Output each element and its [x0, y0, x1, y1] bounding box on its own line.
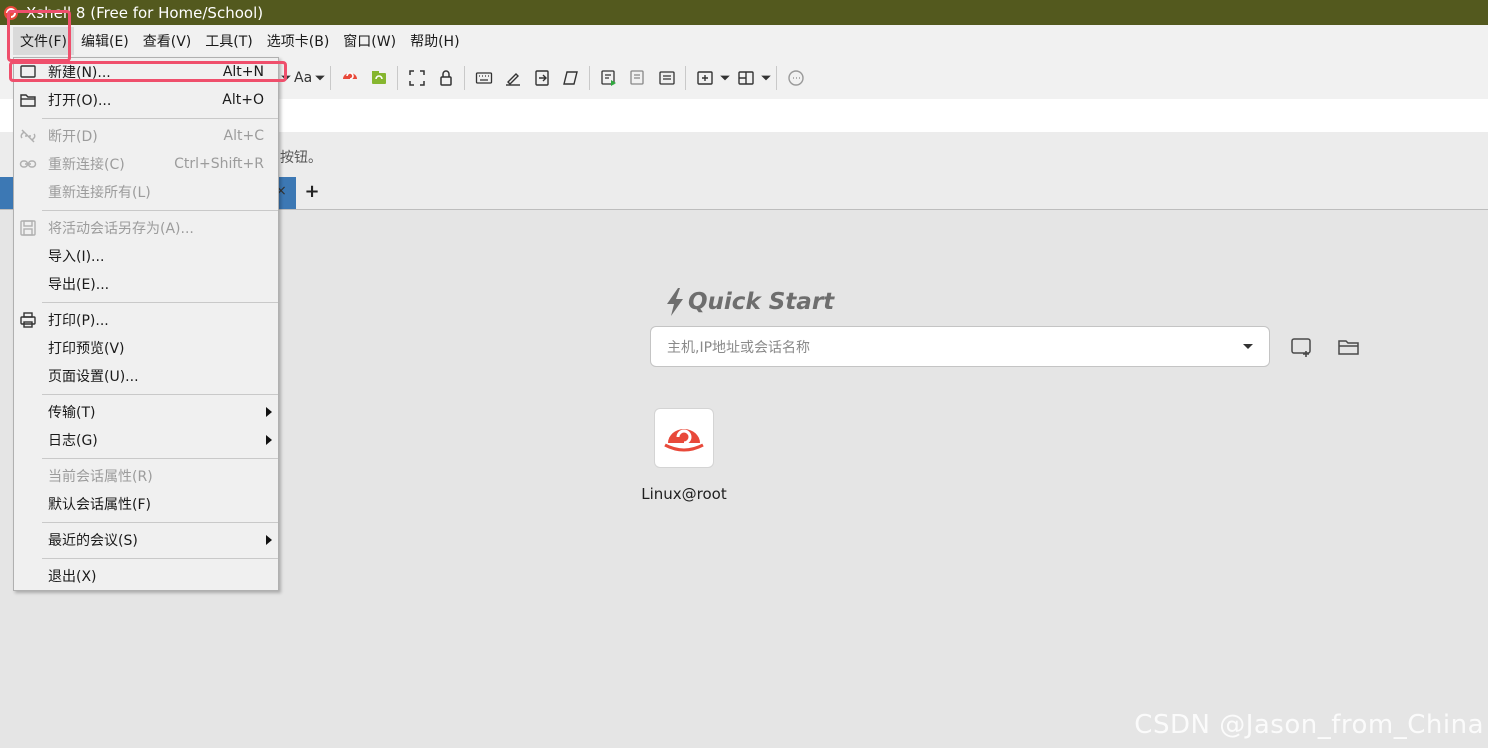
- menu-item-save-session-as: 将活动会话另存为(A)...: [14, 214, 278, 242]
- record-icon[interactable]: [594, 64, 623, 92]
- highlight-box-file-menu: [7, 10, 71, 62]
- font-size-dropdown-icon[interactable]: [314, 64, 326, 92]
- menu-separator: [42, 302, 278, 303]
- menu-item-reconnect: 重新连接(C) Ctrl+Shift+R: [14, 150, 278, 178]
- chat-icon[interactable]: [781, 64, 810, 92]
- layout-dropdown-icon[interactable]: [760, 64, 772, 92]
- highlight-box-new-item: [9, 61, 287, 82]
- host-search-placeholder: 主机,IP地址或会话名称: [667, 339, 811, 356]
- quick-start-label: Quick Start: [688, 289, 835, 315]
- file-menu-dropdown: 新建(N)... Alt+N 打开(O)... Alt+O 断开(D) Alt+…: [13, 57, 279, 591]
- transfer-icon[interactable]: [527, 64, 556, 92]
- menu-item-exit[interactable]: 退出(X): [14, 562, 278, 590]
- menu-item-recent-sessions[interactable]: 最近的会议(S): [14, 526, 278, 554]
- folder-open-icon[interactable]: [1337, 336, 1361, 358]
- lock-icon[interactable]: [431, 64, 460, 92]
- keyboard-icon[interactable]: [469, 64, 498, 92]
- submenu-arrow-icon: [266, 407, 272, 417]
- disconnect-icon: [20, 129, 36, 143]
- menu-item-import[interactable]: 导入(I)...: [14, 242, 278, 270]
- menu-item-export[interactable]: 导出(E)...: [14, 270, 278, 298]
- menu-separator: [42, 558, 278, 559]
- new-tab-dropdown-icon[interactable]: [719, 64, 731, 92]
- toolbar-separator: [685, 66, 687, 90]
- menu-separator: [42, 522, 278, 523]
- watermark: CSDN @Jason_from_China: [1134, 710, 1484, 740]
- menu-window[interactable]: 窗口(W): [336, 27, 403, 55]
- menu-view[interactable]: 查看(V): [136, 27, 199, 55]
- save-icon: [20, 220, 36, 236]
- fullscreen-icon[interactable]: [402, 64, 431, 92]
- session-tile[interactable]: [654, 408, 714, 468]
- add-tab-button[interactable]: +: [303, 181, 321, 205]
- menu-separator: [42, 118, 278, 119]
- menu-item-disconnect: 断开(D) Alt+C: [14, 122, 278, 150]
- submenu-arrow-icon: [266, 535, 272, 545]
- menu-separator: [42, 458, 278, 459]
- menu-item-open[interactable]: 打开(O)... Alt+O: [14, 86, 278, 114]
- compose-icon[interactable]: [652, 64, 681, 92]
- title-bar: Xshell 8 (Free for Home/School): [0, 0, 1488, 25]
- menu-item-reconnect-all: 重新连接所有(L): [48, 185, 151, 201]
- xshell-icon[interactable]: [335, 64, 364, 92]
- printer-icon: [20, 312, 36, 328]
- submenu-arrow-icon: [266, 435, 272, 445]
- lightning-icon: [667, 288, 683, 316]
- log-icon[interactable]: [623, 64, 652, 92]
- xftp-icon[interactable]: [364, 64, 393, 92]
- menu-item-print[interactable]: 打印(P)...: [14, 306, 278, 334]
- menu-bar: 文件(F) 编辑(E) 查看(V) 工具(T) 选项卡(B) 窗口(W) 帮助(…: [0, 25, 1488, 57]
- menu-item-transfer[interactable]: 传输(T): [14, 398, 278, 426]
- toolbar-separator: [464, 66, 466, 90]
- highlight-icon[interactable]: [498, 64, 527, 92]
- script-icon[interactable]: [556, 64, 585, 92]
- menu-item-page-setup[interactable]: 页面设置(U)...: [14, 362, 278, 390]
- folder-open-icon: [20, 94, 36, 107]
- chevron-down-icon[interactable]: [1241, 343, 1255, 351]
- quick-start-title: Quick Start: [664, 287, 834, 317]
- menu-item-log[interactable]: 日志(G): [14, 426, 278, 454]
- menu-tabs[interactable]: 选项卡(B): [260, 27, 337, 55]
- hint-text: 按钮。: [280, 150, 322, 166]
- xshell-session-icon: [664, 429, 704, 452]
- menu-item-default-session-properties[interactable]: 默认会话属性(F): [14, 490, 278, 518]
- menu-separator: [42, 394, 278, 395]
- toolbar-separator: [330, 66, 332, 90]
- link-icon: [19, 160, 37, 168]
- menu-help[interactable]: 帮助(H): [403, 27, 466, 55]
- new-session-icon[interactable]: [1290, 336, 1314, 358]
- menu-item-current-session-properties: 当前会话属性(R): [48, 469, 153, 485]
- toolbar-separator: [776, 66, 778, 90]
- toolbar-separator: [397, 66, 399, 90]
- font-button[interactable]: Aa: [292, 70, 314, 86]
- toolbar-separator: [589, 66, 591, 90]
- new-tab-icon[interactable]: [690, 64, 719, 92]
- menu-item-print-preview[interactable]: 打印预览(V): [14, 334, 278, 362]
- layout-icon[interactable]: [731, 64, 760, 92]
- menu-separator: [42, 210, 278, 211]
- menu-tools[interactable]: 工具(T): [198, 27, 259, 55]
- menu-edit[interactable]: 编辑(E): [74, 27, 136, 55]
- session-label: Linux@root: [641, 485, 727, 503]
- host-search-input[interactable]: 主机,IP地址或会话名称: [650, 326, 1270, 367]
